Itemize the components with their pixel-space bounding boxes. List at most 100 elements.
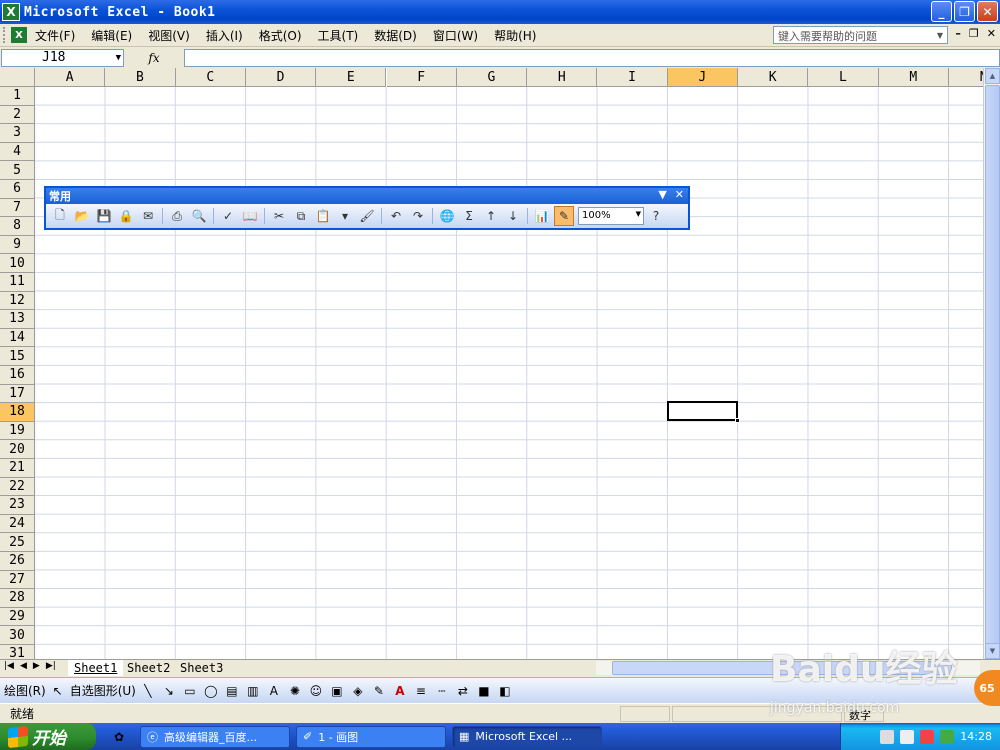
toolbar-options-icon[interactable]: ▼ bbox=[658, 188, 666, 201]
row-header-18[interactable]: 18 bbox=[0, 403, 35, 422]
row-header-21[interactable]: 21 bbox=[0, 459, 35, 478]
row-header-8[interactable]: 8 bbox=[0, 217, 35, 236]
column-header-c[interactable]: C bbox=[175, 68, 246, 87]
close-icon[interactable]: ✕ bbox=[977, 1, 998, 22]
row-header-19[interactable]: 19 bbox=[0, 421, 35, 441]
shadow-style-icon[interactable]: ■ bbox=[475, 682, 493, 700]
fill-handle[interactable] bbox=[735, 418, 740, 423]
copy-icon[interactable]: ⧉ bbox=[291, 206, 311, 226]
open-icon[interactable]: 📂 bbox=[72, 206, 92, 226]
toolbar-title-bar[interactable]: 常用 ▼ ✕ bbox=[46, 188, 688, 204]
help-search-input[interactable]: 键入需要帮助的问题 ▼ bbox=[773, 26, 948, 44]
row-header-9[interactable]: 9 bbox=[0, 235, 35, 255]
save-icon[interactable]: 💾 bbox=[94, 206, 114, 226]
column-header-i[interactable]: I bbox=[597, 68, 668, 87]
shield-icon[interactable] bbox=[940, 729, 955, 744]
help-icon[interactable]: ? bbox=[646, 206, 666, 226]
row-header-22[interactable]: 22 bbox=[0, 477, 35, 497]
arrow-icon[interactable]: ↘ bbox=[160, 682, 178, 700]
row-header-26[interactable]: 26 bbox=[0, 552, 35, 571]
column-header-l[interactable]: L bbox=[808, 68, 879, 87]
chart-wizard-icon[interactable]: 📊 bbox=[532, 206, 552, 226]
insert-function-icon[interactable]: fx bbox=[124, 51, 184, 65]
first-sheet-icon[interactable]: |◀ bbox=[4, 661, 14, 671]
autoshapes-button[interactable]: 自选图形(U) bbox=[70, 682, 136, 699]
menu-insert[interactable]: 插入(I) bbox=[198, 27, 251, 44]
column-header-b[interactable]: B bbox=[105, 68, 176, 87]
column-header-g[interactable]: G bbox=[456, 68, 528, 87]
prev-sheet-icon[interactable]: ◀ bbox=[20, 661, 27, 671]
line-icon[interactable]: ╲ bbox=[139, 682, 157, 700]
row-header-11[interactable]: 11 bbox=[0, 273, 35, 292]
workbook-minimize-icon[interactable]: – bbox=[955, 27, 961, 40]
worksheet-grid[interactable]: ABCDEFGHIJKLMN 1234567891011121314151617… bbox=[0, 68, 1000, 659]
menu-edit[interactable]: 编辑(E) bbox=[83, 27, 140, 44]
wordart-icon[interactable]: A bbox=[265, 682, 283, 700]
oval-icon[interactable]: ◯ bbox=[202, 682, 220, 700]
autosum-icon[interactable]: Σ bbox=[459, 206, 479, 226]
column-header-f[interactable]: F bbox=[386, 68, 457, 87]
sort-ascending-icon[interactable]: ↑ bbox=[481, 206, 501, 226]
sheet-tab-sheet3[interactable]: Sheet3 bbox=[174, 660, 229, 676]
research-icon[interactable]: 📖 bbox=[240, 206, 260, 226]
formula-input[interactable] bbox=[184, 49, 1000, 67]
scroll-down-icon[interactable]: ▼ bbox=[985, 643, 1000, 659]
row-header-27[interactable]: 27 bbox=[0, 570, 35, 590]
security-icon[interactable] bbox=[920, 729, 935, 744]
hyperlink-icon[interactable]: 🌐 bbox=[437, 206, 457, 226]
volume-icon[interactable] bbox=[900, 729, 915, 744]
column-header-h[interactable]: H bbox=[527, 68, 598, 87]
workbook-close-icon[interactable]: ✕ bbox=[987, 27, 996, 40]
menu-data[interactable]: 数据(D) bbox=[366, 27, 425, 44]
row-header-25[interactable]: 25 bbox=[0, 533, 35, 552]
menu-view[interactable]: 视图(V) bbox=[140, 27, 198, 44]
row-header-30[interactable]: 30 bbox=[0, 626, 35, 645]
permission-icon[interactable]: 🔒 bbox=[116, 206, 136, 226]
paste-icon[interactable]: 📋 bbox=[313, 206, 333, 226]
row-header-31[interactable]: 31 bbox=[0, 645, 35, 659]
new-icon[interactable]: 🗋 bbox=[50, 206, 70, 226]
vertical-text-box-icon[interactable]: ▥ bbox=[244, 682, 262, 700]
menu-window[interactable]: 窗口(W) bbox=[425, 27, 486, 44]
quick-launch-icon[interactable]: ✿ bbox=[104, 726, 134, 748]
workbook-restore-icon[interactable]: ❐ bbox=[969, 27, 979, 40]
row-header-6[interactable]: 6 bbox=[0, 180, 35, 199]
format-painter-icon[interactable]: 🖌 bbox=[357, 206, 377, 226]
column-header-k[interactable]: K bbox=[738, 68, 809, 87]
font-color-icon[interactable]: A bbox=[391, 682, 409, 700]
chevron-down-icon[interactable]: ▼ bbox=[636, 210, 641, 218]
dash-style-icon[interactable]: ┄ bbox=[433, 682, 451, 700]
diagram-icon[interactable]: ✺ bbox=[286, 682, 304, 700]
horizontal-scrollbar[interactable] bbox=[596, 661, 980, 675]
text-box-icon[interactable]: ▤ bbox=[223, 682, 241, 700]
sort-descending-icon[interactable]: ↓ bbox=[503, 206, 523, 226]
active-cell[interactable] bbox=[667, 401, 740, 423]
row-header-10[interactable]: 10 bbox=[0, 254, 35, 273]
line-style-icon[interactable]: ≡ bbox=[412, 682, 430, 700]
scroll-up-icon[interactable]: ▲ bbox=[985, 68, 1000, 84]
workbook-icon[interactable]: X bbox=[11, 27, 27, 43]
name-box[interactable]: J18 ▼ bbox=[1, 49, 124, 67]
menu-grip[interactable] bbox=[3, 27, 9, 43]
last-sheet-icon[interactable]: ▶| bbox=[46, 661, 56, 671]
row-header-5[interactable]: 5 bbox=[0, 161, 35, 180]
vertical-scrollbar[interactable]: ▲ ▼ bbox=[983, 68, 1000, 659]
fill-color-icon[interactable]: ◈ bbox=[349, 682, 367, 700]
chevron-down-icon[interactable]: ▼ bbox=[116, 50, 121, 66]
zoom-select[interactable]: 100% ▼ bbox=[578, 207, 644, 225]
row-header-24[interactable]: 24 bbox=[0, 514, 35, 534]
sheet-tab-sheet2[interactable]: Sheet2 bbox=[121, 660, 176, 676]
line-color-icon[interactable]: ✎ bbox=[370, 682, 388, 700]
row-header-7[interactable]: 7 bbox=[0, 198, 35, 218]
column-header-d[interactable]: D bbox=[245, 68, 317, 87]
row-header-15[interactable]: 15 bbox=[0, 347, 35, 366]
row-header-23[interactable]: 23 bbox=[0, 496, 35, 515]
row-header-28[interactable]: 28 bbox=[0, 589, 35, 608]
row-header-16[interactable]: 16 bbox=[0, 366, 35, 385]
restore-icon[interactable]: ❐ bbox=[954, 1, 975, 22]
print-icon[interactable]: ⎙ bbox=[167, 206, 187, 226]
row-header-12[interactable]: 12 bbox=[0, 291, 35, 311]
spelling-icon[interactable]: ✓ bbox=[218, 206, 238, 226]
start-button[interactable]: 开始 bbox=[0, 723, 96, 750]
row-header-29[interactable]: 29 bbox=[0, 607, 35, 627]
